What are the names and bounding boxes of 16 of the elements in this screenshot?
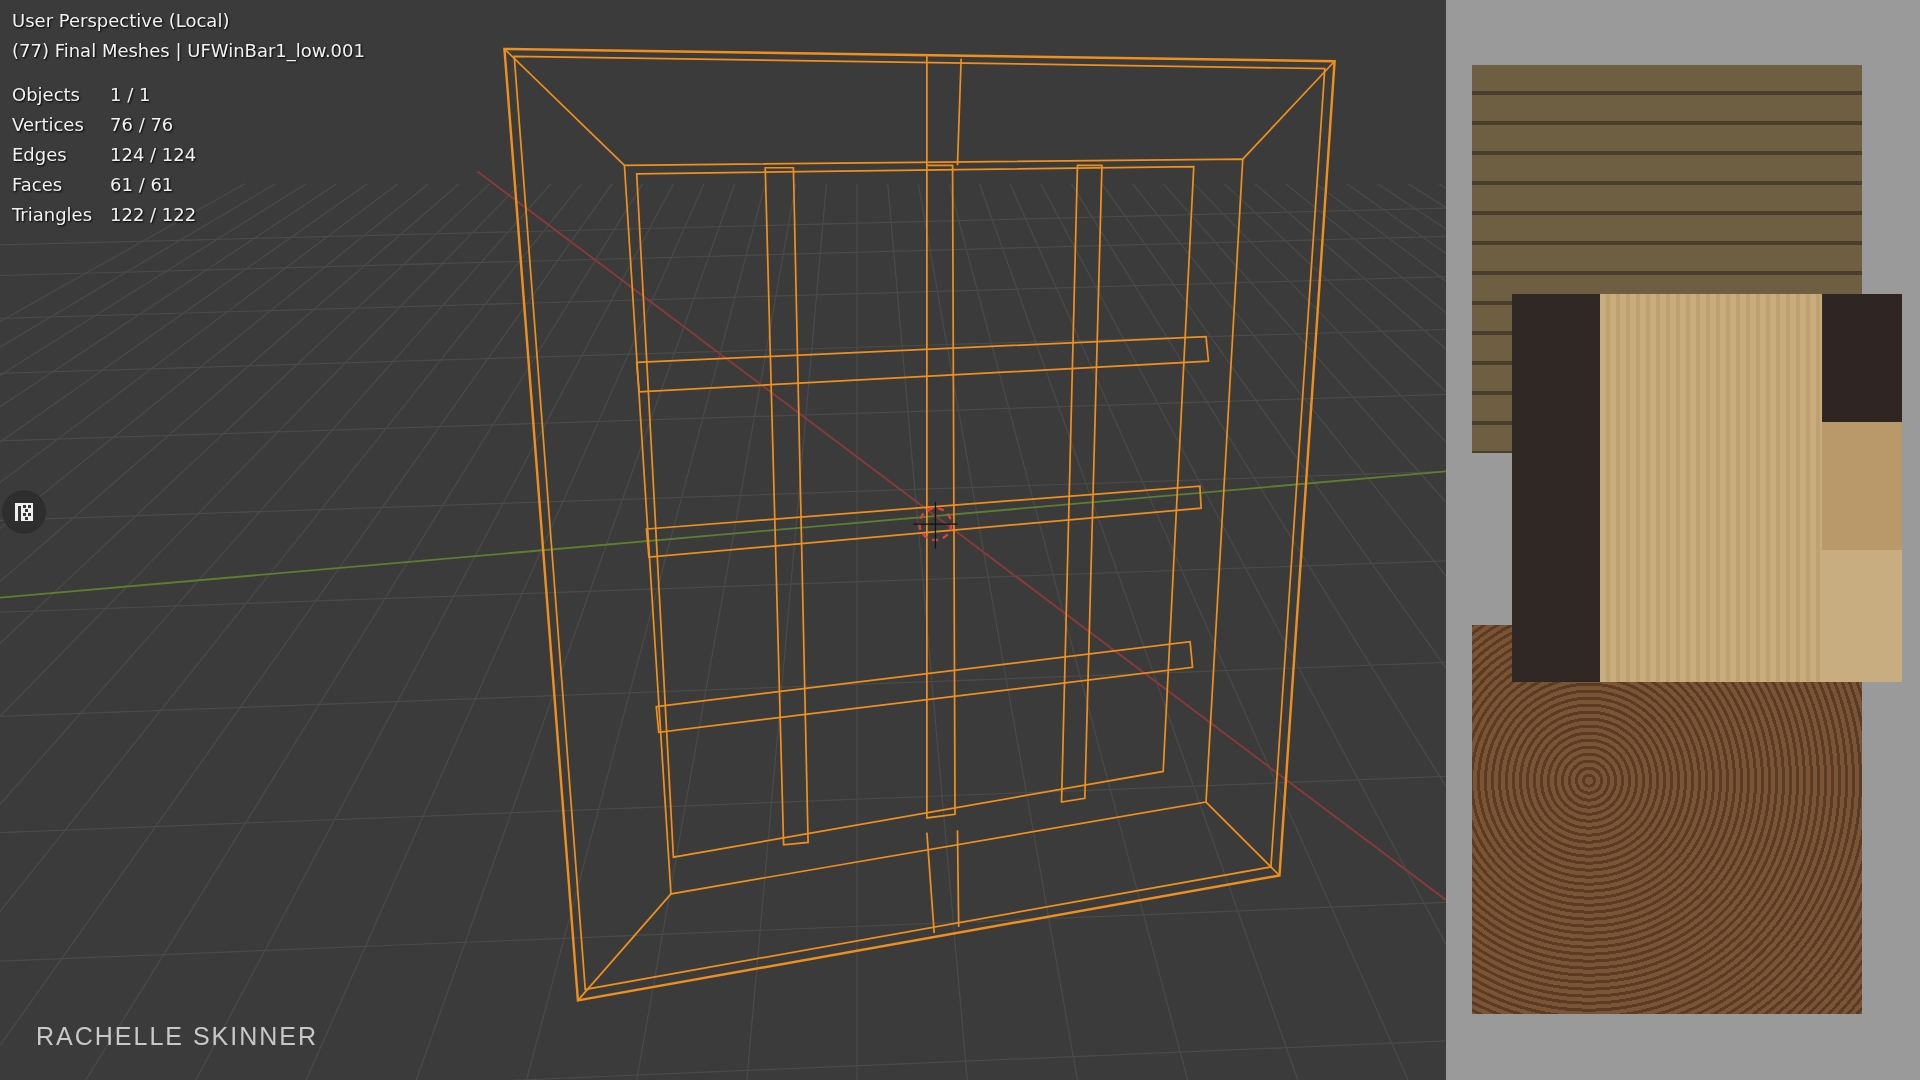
stat-label: Edges: [12, 143, 68, 167]
viewport[interactable]: User Perspective (Local) (77) Final Meshes | UFWinBar1_low.001 Objects 1 / 1 Vertices 76 / 76 Edges 124 / 124 Faces 61 / 61 Triangles 122 / 122 RACHELLE SKINNER: [0, 0, 1446, 1080]
object-info: (77) Final Meshes | UFWinBar1_low.001: [12, 39, 365, 64]
stat-value: 61 / 61: [110, 173, 175, 197]
stat-label: Vertices: [12, 113, 85, 137]
artist-signature: RACHELLE SKINNER: [36, 1022, 319, 1051]
stat-label: Faces: [12, 173, 64, 197]
checker-icon[interactable]: [2, 490, 46, 534]
view-title: User Perspective (Local): [12, 9, 231, 33]
stat-value: 1 / 1: [110, 83, 152, 107]
stat-value: 122 / 122: [110, 203, 198, 227]
stat-value: 76 / 76: [110, 113, 175, 137]
stat-value: 124 / 124: [110, 143, 198, 167]
stat-label: Objects: [12, 83, 81, 107]
3d-cursor-icon[interactable]: [912, 501, 959, 550]
stat-label: Triangles: [12, 203, 94, 227]
